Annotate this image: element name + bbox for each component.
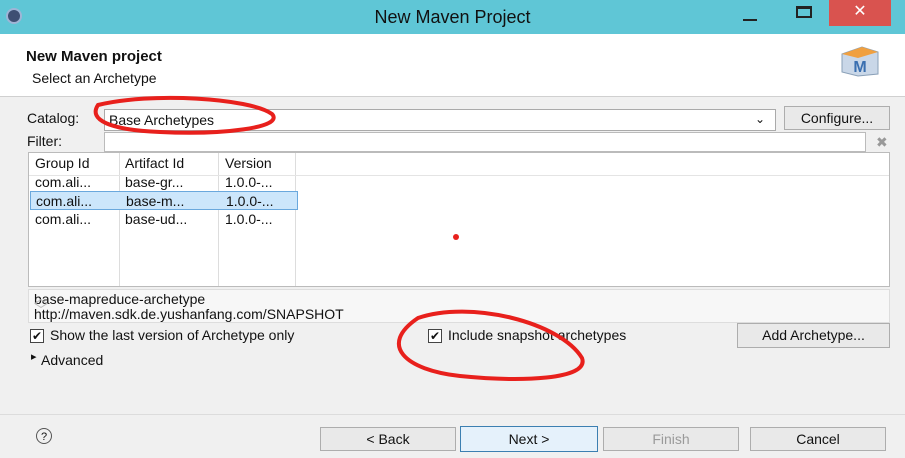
column-header-group-id[interactable]: Group Id (35, 155, 89, 171)
maven-logo-icon: M (841, 46, 879, 77)
show-last-version-checkbox[interactable]: ✔ (30, 329, 44, 343)
chevron-down-icon[interactable]: ⌄ (755, 112, 765, 126)
artifact-id-cell: base-ud... (125, 211, 188, 227)
archetype-description: base-mapreduce-archetype http://maven.sd… (28, 289, 890, 323)
show-last-version-label: Show the last version of Archetype only (50, 327, 295, 343)
table-row-selected[interactable]: com.ali... base-m... 1.0.0-... (30, 191, 298, 210)
advanced-toggle[interactable]: Advanced (41, 352, 103, 368)
version-cell: 1.0.0-... (225, 211, 273, 227)
next-button[interactable]: Next > (460, 426, 598, 452)
back-button[interactable]: < Back (320, 427, 456, 451)
wizard-header: New Maven project Select an Archetype M (0, 34, 905, 97)
advanced-expand-icon[interactable]: ▸ (31, 350, 37, 363)
catalog-label: Catalog: (27, 110, 80, 126)
minimize-button[interactable] (735, 2, 765, 26)
table-row[interactable]: com.ali... base-ud... 1.0.0-... (29, 210, 891, 229)
button-bar-divider (0, 414, 905, 415)
column-header-artifact-id[interactable]: Artifact Id (125, 155, 184, 171)
maven-logo-letter: M (853, 59, 866, 76)
finish-button[interactable]: Finish (603, 427, 739, 451)
description-scrollbar[interactable]: ︿ ﹀ (34, 291, 48, 320)
filter-label: Filter: (27, 133, 62, 149)
title-bar: New Maven Project ✕ (0, 0, 905, 34)
wizard-subtitle: Select an Archetype (32, 70, 157, 86)
cancel-button[interactable]: Cancel (750, 427, 886, 451)
group-id-cell: com.ali... (35, 211, 92, 227)
maximize-button[interactable] (790, 2, 820, 26)
include-snapshot-checkbox[interactable]: ✔ (428, 329, 442, 343)
group-id-cell: com.ali... (35, 174, 92, 190)
configure-button[interactable]: Configure... (784, 106, 890, 130)
group-id-cell: com.ali... (36, 193, 93, 209)
close-button[interactable]: ✕ (829, 0, 891, 26)
filter-input[interactable] (104, 132, 866, 152)
description-artifact: base-mapreduce-archetype (34, 291, 206, 307)
window-title: New Maven Project (374, 7, 531, 27)
catalog-select[interactable]: Base Archetypes ⌄ (104, 109, 776, 131)
description-repository-url: http://maven.sdk.de.yushanfang.com/SNAPS… (34, 306, 344, 322)
add-archetype-button[interactable]: Add Archetype... (737, 323, 890, 348)
help-icon[interactable]: ? (36, 428, 52, 444)
version-cell: 1.0.0-... (226, 193, 274, 209)
column-header-version[interactable]: Version (225, 155, 272, 171)
artifact-id-cell: base-gr... (125, 174, 184, 190)
artifact-id-cell: base-m... (126, 193, 185, 209)
catalog-value: Base Archetypes (109, 112, 215, 128)
version-cell: 1.0.0-... (225, 174, 273, 190)
archetype-table[interactable]: Group Id Artifact Id Version com.ali... … (28, 152, 890, 287)
clear-filter-icon[interactable]: ✖ (876, 134, 888, 151)
include-snapshot-label: Include snapshot archetypes (448, 327, 627, 343)
wizard-title: New Maven project (26, 48, 162, 65)
table-row[interactable]: com.ali... base-gr... 1.0.0-... (29, 173, 891, 192)
